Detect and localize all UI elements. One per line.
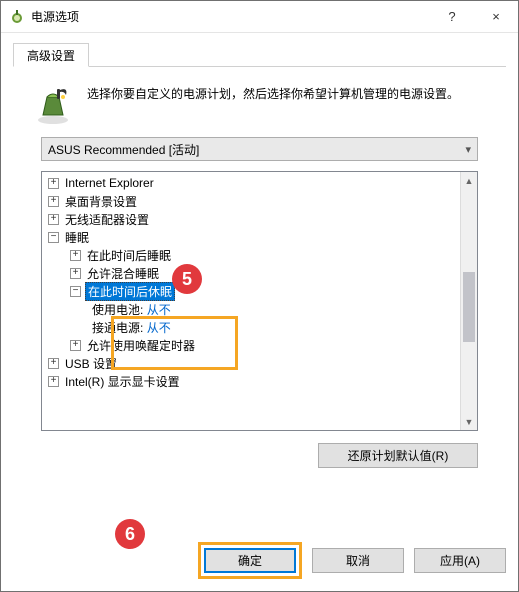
settings-tree[interactable]: +Internet Explorer +桌面背景设置 +无线适配器设置 −睡眠 … (41, 171, 478, 431)
expander-minus-icon[interactable]: − (70, 286, 81, 297)
expander-plus-icon[interactable]: + (48, 376, 59, 387)
tree-item-wake-timers[interactable]: +允许使用唤醒定时器 (42, 336, 460, 354)
power-plan-dropdown[interactable]: ASUS Recommended [活动] ▾ (41, 137, 478, 161)
scroll-thumb[interactable] (463, 272, 475, 342)
tree-item-hibernate-plugged[interactable]: 接通电源: 从不 (42, 318, 460, 336)
restore-defaults-button[interactable]: 还原计划默认值(R) (318, 443, 478, 468)
expander-plus-icon[interactable]: + (48, 178, 59, 189)
chevron-down-icon: ▾ (465, 143, 471, 156)
annotation-highlight-ok: 确定 (198, 542, 302, 579)
tree-item-hybrid-sleep[interactable]: +允许混合睡眠 (42, 264, 460, 282)
expander-plus-icon[interactable]: + (70, 250, 81, 261)
tree-item-desktop-background[interactable]: +桌面背景设置 (42, 192, 460, 210)
expander-plus-icon[interactable]: + (48, 214, 59, 225)
window-title: 电源选项 (31, 8, 430, 25)
help-button[interactable]: ? (430, 1, 474, 33)
tree-item-ie[interactable]: +Internet Explorer (42, 174, 460, 192)
expander-plus-icon[interactable]: + (70, 340, 81, 351)
tree-item-sleep-after[interactable]: +在此时间后睡眠 (42, 246, 460, 264)
expander-minus-icon[interactable]: − (48, 232, 59, 243)
tree-item-wireless[interactable]: +无线适配器设置 (42, 210, 460, 228)
expander-plus-icon[interactable]: + (48, 196, 59, 207)
tree-item-hibernate-after[interactable]: −在此时间后休眠 (42, 282, 460, 300)
scroll-down-icon[interactable]: ▼ (461, 413, 477, 430)
annotation-marker-6: 6 (115, 519, 145, 549)
power-plan-value: ASUS Recommended [活动] (48, 141, 199, 158)
description-text: 选择你要自定义的电源计划，然后选择你希望计算机管理的电源设置。 (87, 85, 459, 125)
power-plan-icon (33, 85, 73, 125)
apply-button[interactable]: 应用(A) (414, 548, 506, 573)
scroll-up-icon[interactable]: ▲ (461, 172, 477, 189)
annotation-marker-5: 5 (172, 264, 202, 294)
cancel-button[interactable]: 取消 (312, 548, 404, 573)
tree-item-sleep[interactable]: −睡眠 (42, 228, 460, 246)
expander-plus-icon[interactable]: + (48, 358, 59, 369)
close-button[interactable]: × (474, 1, 518, 33)
power-options-icon (9, 9, 25, 25)
tree-scrollbar[interactable]: ▲ ▼ (460, 172, 477, 430)
tab-advanced-settings[interactable]: 高级设置 (13, 43, 89, 67)
expander-plus-icon[interactable]: + (70, 268, 81, 279)
tree-item-hibernate-battery[interactable]: 使用电池: 从不 (42, 300, 460, 318)
ok-button[interactable]: 确定 (204, 548, 296, 573)
title-bar: 电源选项 ? × (1, 1, 518, 33)
tree-item-intel-graphics[interactable]: +Intel(R) 显示显卡设置 (42, 372, 460, 390)
tree-item-usb[interactable]: +USB 设置 (42, 354, 460, 372)
